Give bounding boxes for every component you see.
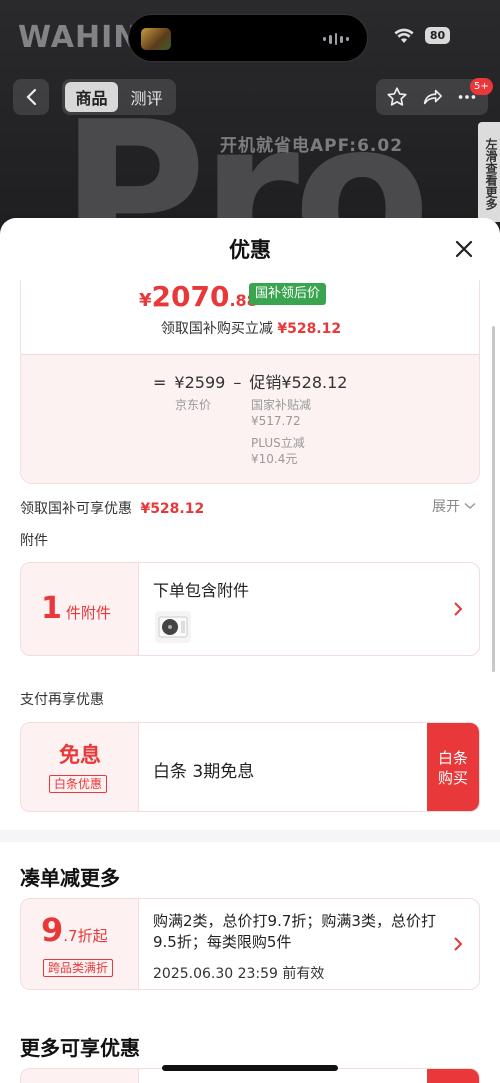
- more-offers-heading: 更多可享优惠: [20, 1036, 140, 1060]
- expand-button[interactable]: 展开: [432, 496, 476, 516]
- battery-indicator: 80: [425, 27, 450, 44]
- subsidy-amount: ¥517.72: [251, 414, 301, 428]
- top-tabs: 商品 测评: [62, 79, 176, 115]
- swipe-more-tag[interactable]: 左滑查看更多: [478, 122, 500, 222]
- installment-text: 白条 3期免息: [153, 762, 255, 782]
- calc-line: = ¥2599 – 促销¥528.12: [153, 369, 347, 393]
- bundle-heading: 凑单减更多: [20, 866, 120, 890]
- bundle-rule-text: 购满2类，总价打9.7折；购满3类，总价打9.5折；每类限购5件: [153, 912, 436, 951]
- price-calculation: = ¥2599 – 促销¥528.12 京东价 国家补贴减 ¥517.72 PL…: [21, 354, 479, 483]
- jd-price: ¥2599: [174, 373, 226, 392]
- baitiao-tag: 白条优惠: [49, 775, 108, 793]
- chevron-left-icon: [26, 88, 37, 106]
- scrollbar[interactable]: [492, 326, 495, 672]
- plus-label: PLUS立减: [251, 436, 305, 450]
- back-button[interactable]: [13, 79, 49, 115]
- outdoor-unit-thumbnail: [155, 611, 191, 643]
- chevron-down-icon: [464, 502, 476, 510]
- plus-amount: ¥10.4元: [251, 452, 298, 466]
- final-price: ¥2070.88: [139, 280, 258, 313]
- chevron-right-icon: [454, 937, 463, 951]
- ac-outdoor-unit-icon: [158, 616, 188, 638]
- accessory-count: 1 件附件: [41, 591, 111, 626]
- tab-review[interactable]: 测评: [120, 82, 173, 112]
- dynamic-island: [128, 14, 368, 62]
- close-icon[interactable]: [450, 235, 478, 263]
- bundle-discount: 9.7折起: [41, 911, 108, 949]
- interest-free-title: 免息: [59, 743, 101, 767]
- brand-logo: WAHIN: [18, 20, 140, 55]
- subsidy-price-badge: 国补领后价: [249, 283, 327, 305]
- sheet-title: 优惠: [229, 238, 271, 262]
- section-divider: [0, 830, 500, 842]
- star-icon[interactable]: [386, 86, 408, 108]
- media-thumbnail-icon: [141, 28, 171, 50]
- bundle-deadline: 2025.06.30 23:59 前有效: [153, 966, 325, 982]
- accessory-card[interactable]: 1 件附件 下单包含附件: [20, 562, 480, 656]
- claim-subsidy-line: 领取国补购买立减 ¥528.12: [160, 321, 342, 337]
- promo-amount: 促销¥528.12: [249, 373, 348, 392]
- chevron-right-icon: [454, 602, 463, 616]
- wifi-icon: [394, 28, 414, 43]
- accessory-section-label: 附件: [20, 533, 48, 549]
- subsidy-label: 国家补贴减: [251, 398, 312, 412]
- payment-section-label: 支付再享优惠: [20, 692, 104, 708]
- baitiao-buy-button[interactable]: 白条购买: [427, 723, 479, 811]
- price-breakdown-card: ¥2070.88 国补领后价 领取国补购买立减 ¥528.12 = ¥2599 …: [20, 280, 480, 484]
- subsidy-summary: 领取国补可享优惠 ¥528.12: [20, 501, 205, 517]
- payment-card[interactable]: 免息 白条优惠 白条 3期免息 白条购买: [20, 722, 480, 812]
- promotion-sheet: 优惠 ¥2070.88 国补领后价 领取国补购买立减 ¥528.12 = ¥25…: [0, 218, 500, 1083]
- tab-product[interactable]: 商品: [65, 82, 118, 112]
- share-icon[interactable]: [421, 86, 443, 108]
- jd-price-label: 京东价: [175, 398, 212, 412]
- accessory-title: 下单包含附件: [153, 581, 250, 600]
- message-badge: 5+: [470, 78, 493, 95]
- apf-slogan: 开机就省电APF:6.02: [220, 136, 404, 156]
- more-offers-action[interactable]: [427, 1069, 479, 1083]
- home-indicator[interactable]: [162, 1065, 338, 1071]
- audio-wave-icon: [323, 33, 349, 45]
- cross-category-tag: 跨品类满折: [43, 959, 114, 977]
- status-bar: WAHIN 80: [0, 0, 500, 70]
- bundle-card[interactable]: 9.7折起 跨品类满折 购满2类，总价打9.7折；购满3类，总价打9.5折；每类…: [20, 898, 480, 990]
